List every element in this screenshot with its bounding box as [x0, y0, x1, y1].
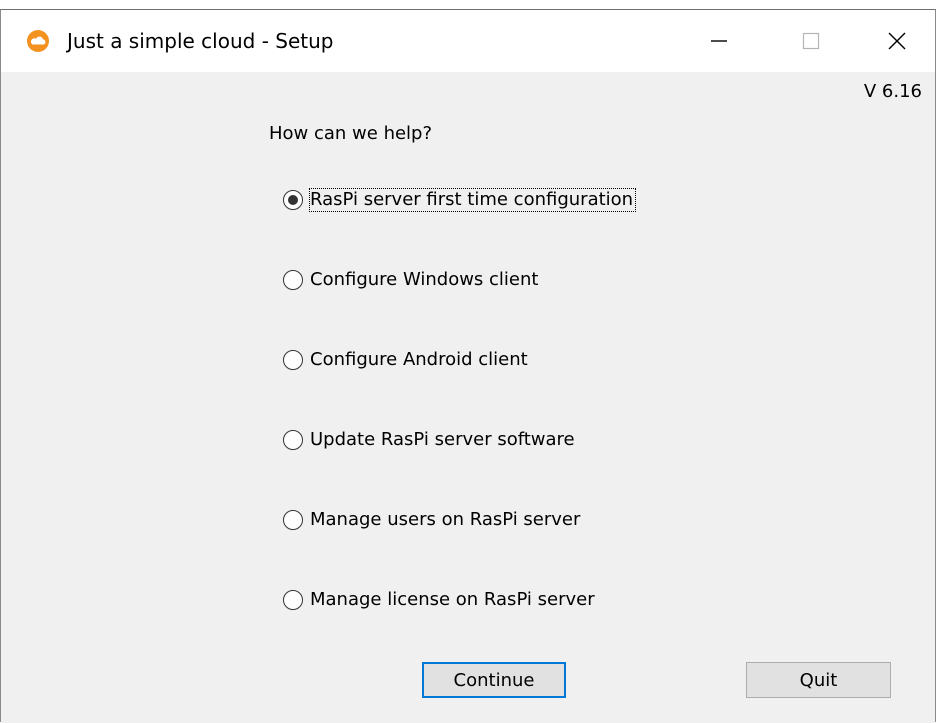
option-label[interactable]: Manage license on RasPi server: [310, 589, 597, 611]
radio-selected-dot: [288, 195, 298, 205]
radio-button[interactable]: [283, 590, 303, 610]
option-label[interactable]: Manage users on RasPi server: [310, 509, 582, 531]
close-button[interactable]: [857, 10, 937, 72]
radio-button[interactable]: [283, 510, 303, 530]
radio-button[interactable]: [283, 350, 303, 370]
option-update-raspi-software[interactable]: Update RasPi server software: [283, 426, 577, 454]
maximize-button[interactable]: [765, 10, 857, 72]
option-label[interactable]: Update RasPi server software: [310, 429, 577, 451]
option-label[interactable]: Configure Android client: [310, 349, 530, 371]
title-bar[interactable]: Just a simple cloud - Setup: [1, 10, 935, 72]
cloud-icon: [27, 30, 49, 52]
minimize-icon: [711, 40, 727, 42]
radio-button[interactable]: [283, 430, 303, 450]
version-label: V 6.16: [863, 81, 922, 102]
continue-button[interactable]: Continue: [422, 662, 566, 698]
prompt-label: How can we help?: [269, 123, 433, 144]
quit-button[interactable]: Quit: [746, 662, 891, 698]
option-manage-users[interactable]: Manage users on RasPi server: [283, 506, 582, 534]
content-area: V 6.16 How can we help? RasPi server fir…: [1, 72, 935, 723]
option-configure-android-client[interactable]: Configure Android client: [283, 346, 530, 374]
minimize-button[interactable]: [673, 10, 765, 72]
window-title: Just a simple cloud - Setup: [67, 29, 334, 53]
radio-button[interactable]: [283, 190, 303, 210]
option-raspi-first-time-config[interactable]: RasPi server first time configuration: [283, 186, 637, 214]
option-label[interactable]: RasPi server first time configuration: [308, 188, 637, 212]
option-manage-license[interactable]: Manage license on RasPi server: [283, 586, 597, 614]
option-label[interactable]: Configure Windows client: [310, 269, 540, 291]
radio-button[interactable]: [283, 270, 303, 290]
setup-window: Just a simple cloud - Setup V 6.16 How c…: [0, 9, 936, 723]
option-configure-windows-client[interactable]: Configure Windows client: [283, 266, 540, 294]
close-icon: [888, 32, 906, 50]
maximize-icon: [802, 32, 820, 50]
